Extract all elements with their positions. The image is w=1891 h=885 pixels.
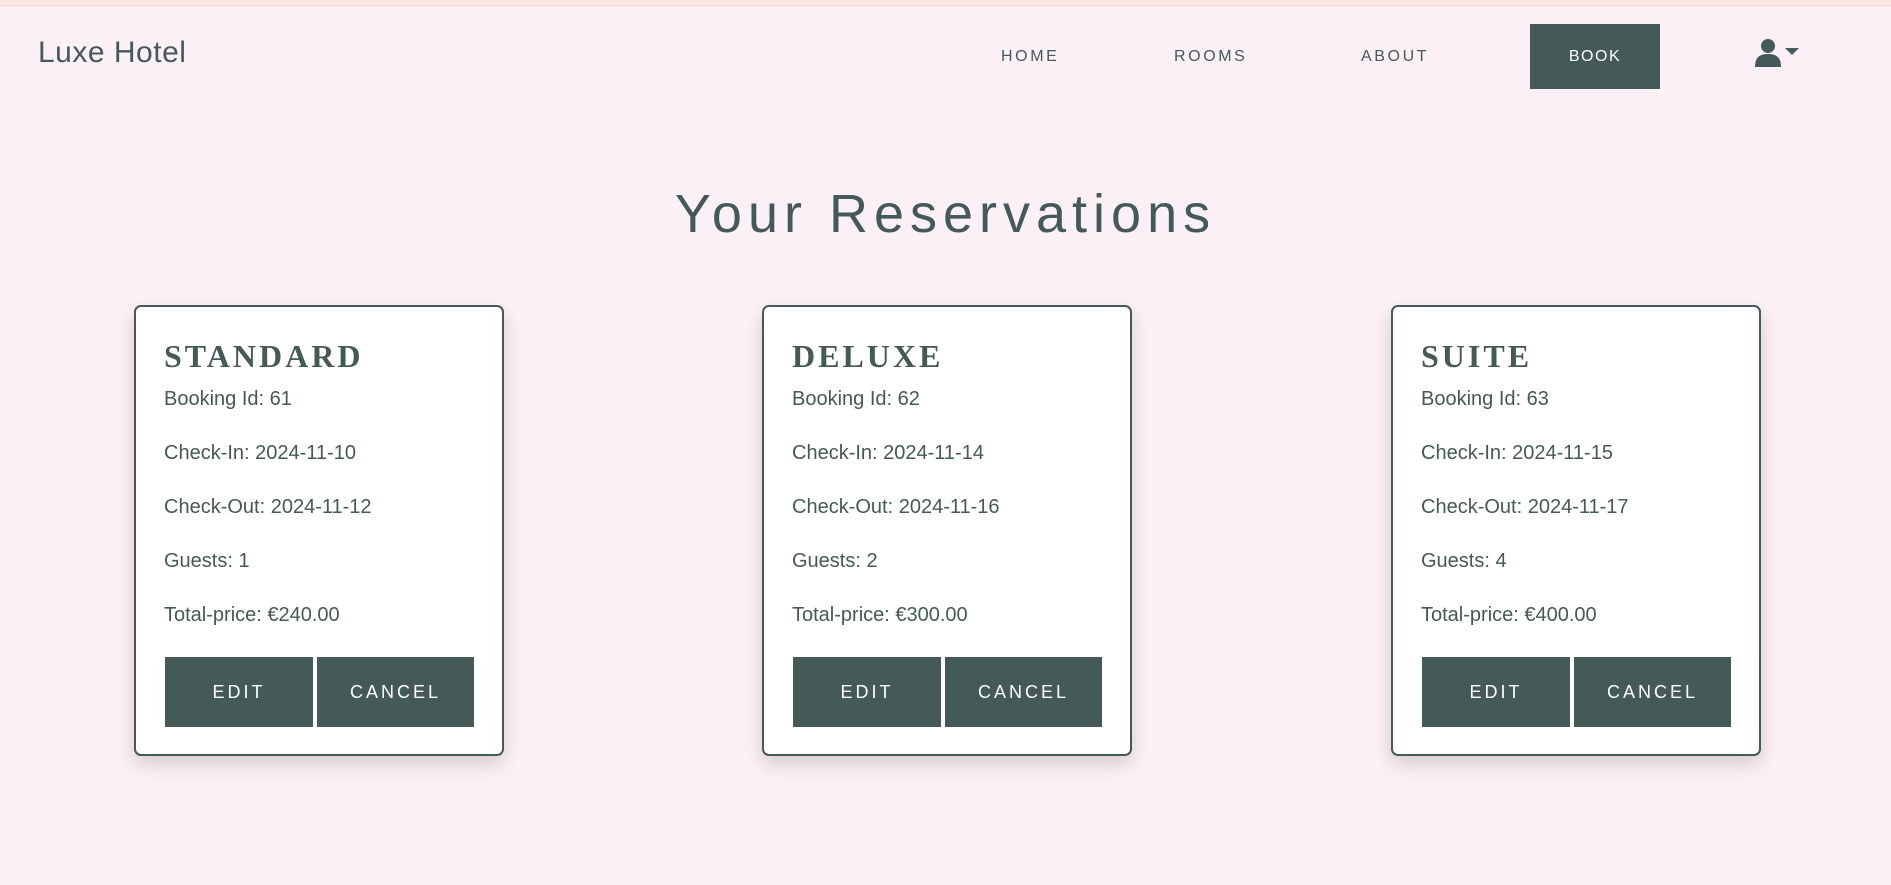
guest-count: Guests: 2 <box>792 550 878 572</box>
caret-down-icon <box>1785 48 1799 55</box>
nav-about-link[interactable]: ABOUT <box>1361 48 1429 66</box>
room-type-title: SUITE <box>1421 338 1533 374</box>
brand-logo[interactable]: Luxe Hotel <box>38 36 186 70</box>
navbar: Luxe Hotel HOME ROOMS ABOUT BOOK <box>0 6 1891 102</box>
guest-count: Guests: 1 <box>164 550 250 572</box>
booking-id: Booking Id: 63 <box>1421 388 1549 410</box>
nav-rooms-link[interactable]: ROOMS <box>1174 48 1247 66</box>
cancel-button[interactable]: CANCEL <box>1574 657 1731 727</box>
book-button[interactable]: BOOK <box>1530 24 1660 89</box>
reservation-card-deluxe: DELUXE Booking Id: 62 Check-In: 2024-11-… <box>762 305 1132 756</box>
user-menu-dropdown[interactable] <box>1753 36 1803 72</box>
cancel-button[interactable]: CANCEL <box>945 657 1102 727</box>
reservation-card-suite: SUITE Booking Id: 63 Check-In: 2024-11-1… <box>1391 305 1761 756</box>
total-price: Total-price: €240.00 <box>164 604 340 626</box>
nav-home-link[interactable]: HOME <box>1001 48 1059 66</box>
edit-button[interactable]: EDIT <box>1422 657 1570 727</box>
page-title: Your Reservations <box>674 184 1217 244</box>
check-in-date: Check-In: 2024-11-15 <box>1421 442 1613 464</box>
booking-id: Booking Id: 61 <box>164 388 292 410</box>
guest-count: Guests: 4 <box>1421 550 1507 572</box>
room-type-title: STANDARD <box>164 338 364 374</box>
reservation-card-standard: STANDARD Booking Id: 61 Check-In: 2024-1… <box>134 305 504 756</box>
edit-button[interactable]: EDIT <box>165 657 313 727</box>
check-in-date: Check-In: 2024-11-14 <box>792 442 984 464</box>
total-price: Total-price: €400.00 <box>1421 604 1597 626</box>
check-out-date: Check-Out: 2024-11-12 <box>164 496 372 518</box>
cancel-button[interactable]: CANCEL <box>317 657 474 727</box>
check-out-date: Check-Out: 2024-11-16 <box>792 496 1000 518</box>
total-price: Total-price: €300.00 <box>792 604 968 626</box>
user-icon <box>1755 39 1781 67</box>
room-type-title: DELUXE <box>792 338 944 374</box>
booking-id: Booking Id: 62 <box>792 388 920 410</box>
edit-button[interactable]: EDIT <box>793 657 941 727</box>
check-in-date: Check-In: 2024-11-10 <box>164 442 356 464</box>
check-out-date: Check-Out: 2024-11-17 <box>1421 496 1629 518</box>
